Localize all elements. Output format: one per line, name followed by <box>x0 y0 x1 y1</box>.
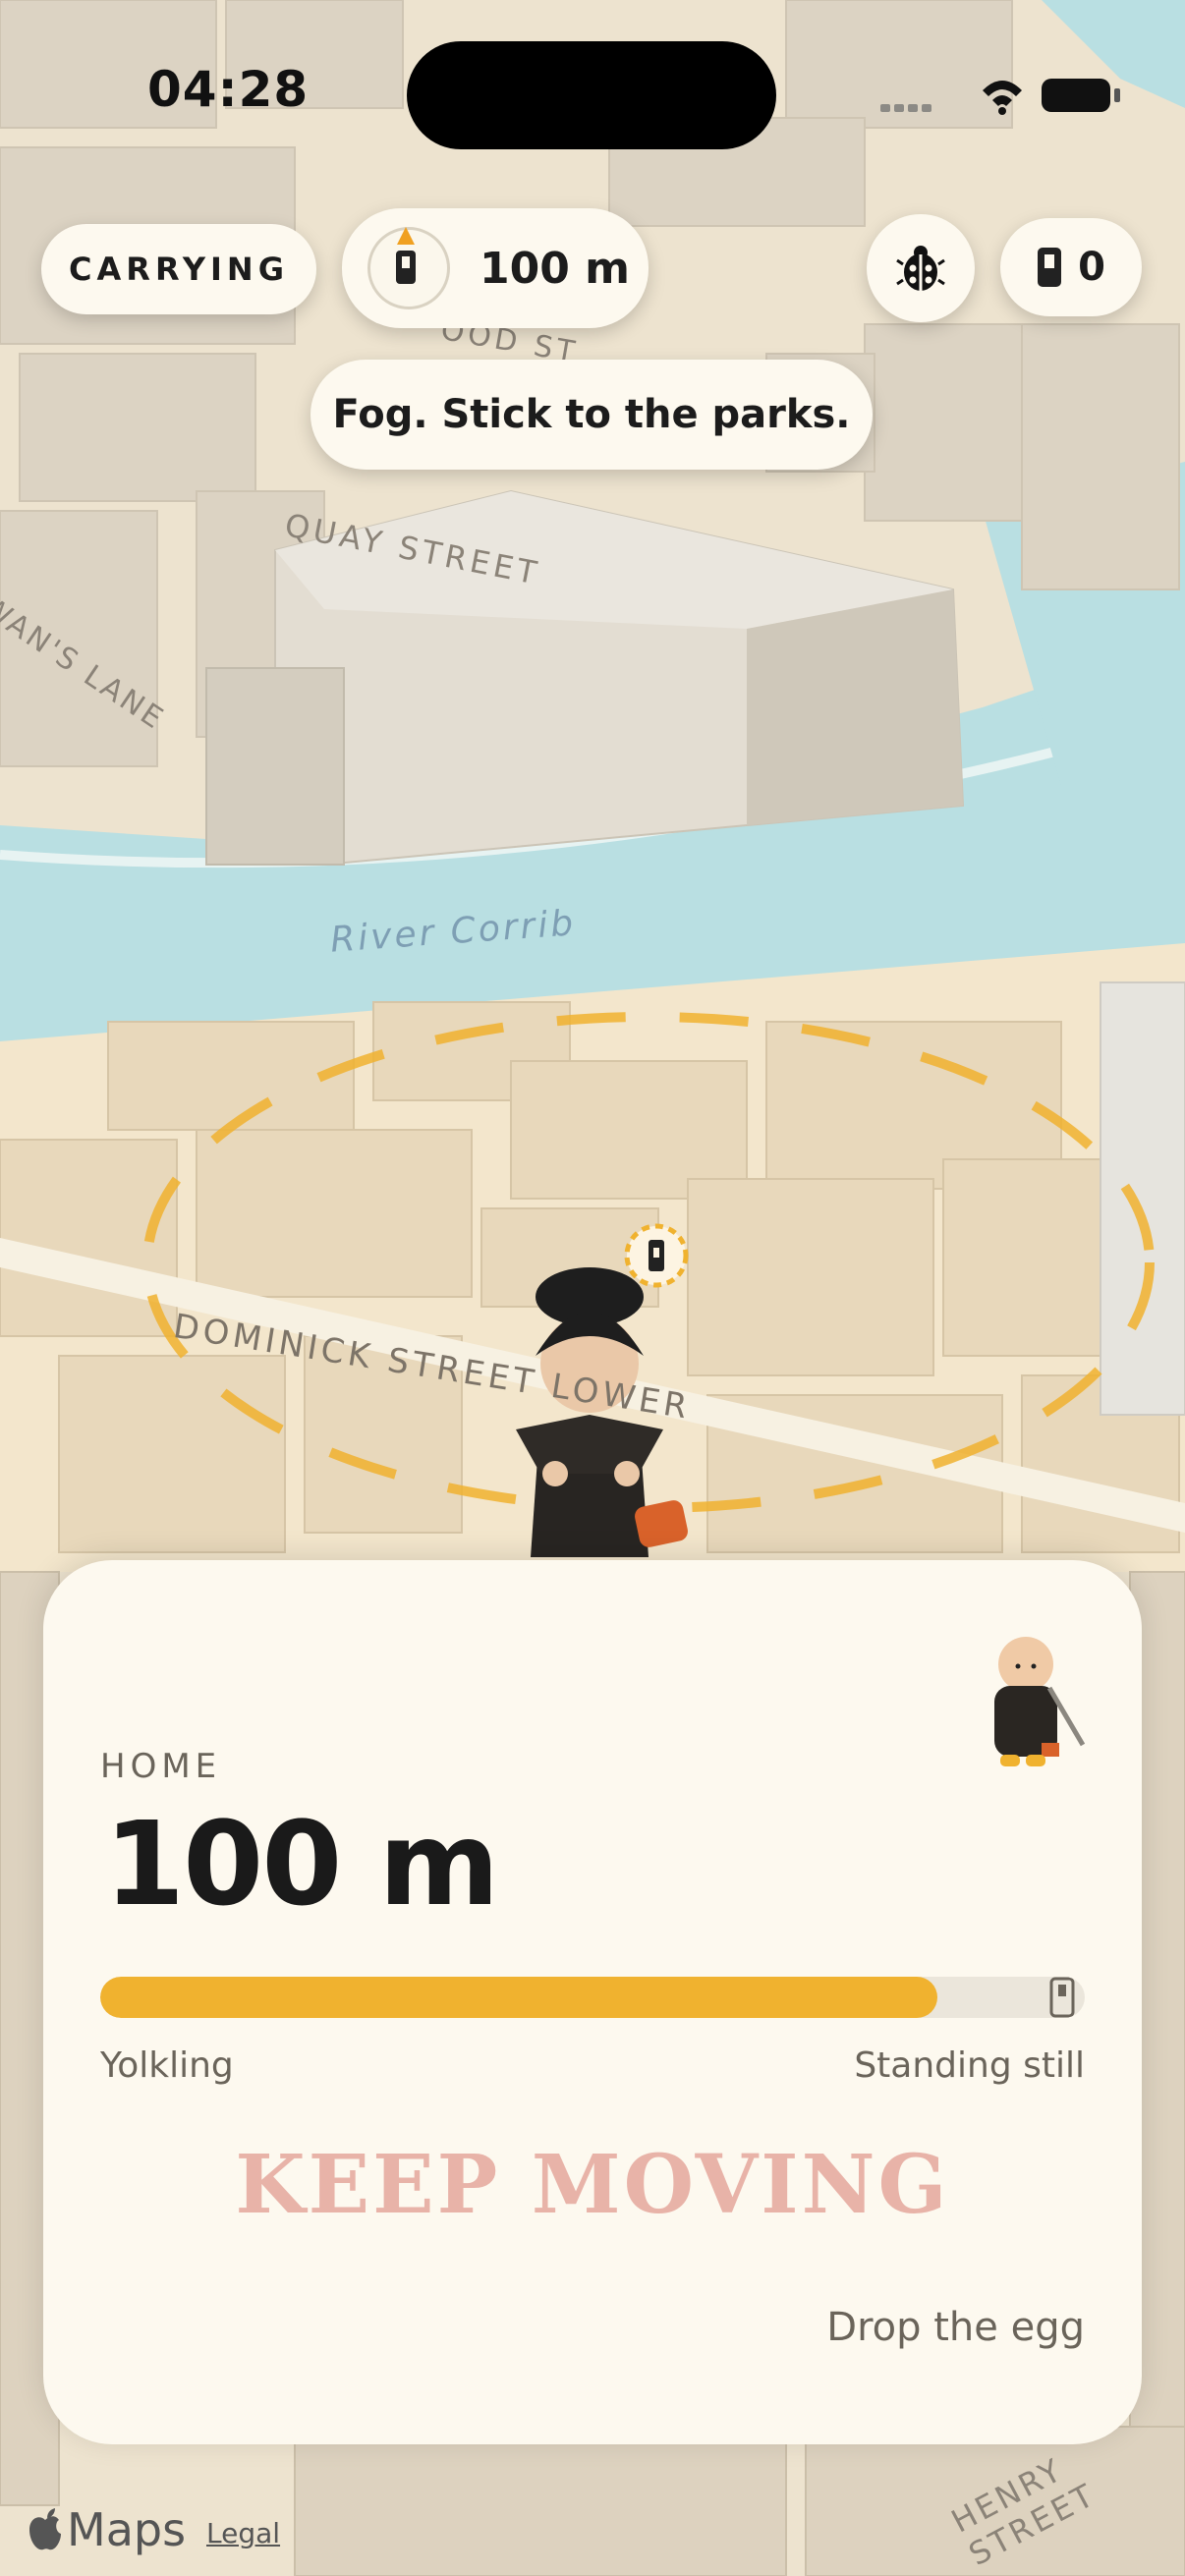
status-icons <box>880 69 1126 118</box>
maps-label: Maps <box>67 2503 187 2556</box>
apple-maps-attribution: Maps <box>28 2503 186 2556</box>
compass-icon <box>367 227 450 309</box>
ladybug-button[interactable] <box>867 214 975 322</box>
home-card: HOME 100 m Yolkling Standing still KEEP … <box>43 1560 1142 2444</box>
dynamic-island <box>407 41 776 149</box>
ladybug-icon <box>896 246 945 291</box>
journey-progress-bar <box>100 1977 1085 2018</box>
progress-left-label: Yolkling <box>100 2045 234 2086</box>
home-distance-value: 100 m <box>480 243 631 294</box>
egg-count-button[interactable]: 0 <box>1000 218 1142 316</box>
carrying-button[interactable]: CARRYING <box>41 224 316 314</box>
home-distance-large: 100 m <box>104 1796 499 1932</box>
weather-banner-text: Fog. Stick to the parks. <box>332 392 851 437</box>
egg-count-value: 0 <box>1078 245 1105 290</box>
home-distance-pill[interactable]: 100 m <box>342 208 649 328</box>
status-time: 04:28 <box>147 61 310 118</box>
keep-moving-message: KEEP MOVING <box>235 2138 950 2232</box>
legal-link[interactable]: Legal <box>206 2517 280 2549</box>
home-label: HOME <box>100 1747 222 1786</box>
weather-banner: Fog. Stick to the parks. <box>310 360 873 470</box>
progress-right-label: Standing still <box>854 2045 1085 2086</box>
journey-progress-fill <box>100 1977 937 2018</box>
character-avatar[interactable] <box>985 1629 1093 1776</box>
carrying-label: CARRYING <box>69 251 289 288</box>
egg-icon <box>1038 248 1062 287</box>
egg-map-marker <box>624 1223 689 1288</box>
battery-icon <box>1042 79 1120 112</box>
apple-icon <box>29 2508 61 2550</box>
egg-icon <box>1049 1977 1075 2018</box>
signal-icon <box>880 104 931 112</box>
drop-egg-button[interactable]: Drop the egg <box>826 2305 1085 2350</box>
wifi-icon <box>983 81 1022 115</box>
